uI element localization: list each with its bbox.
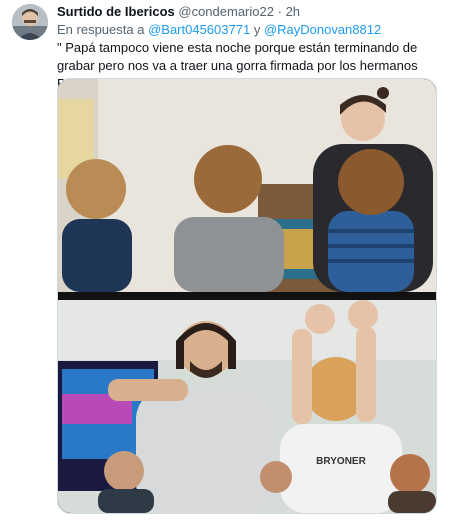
shirt-text: BRYONER <box>316 456 366 467</box>
reply-prefix: En respuesta a <box>57 22 145 37</box>
reply-context: En respuesta a @Bart045603771 y @RayDono… <box>57 21 381 39</box>
photo-celebration: BRYONER <box>58 300 436 513</box>
user-handle[interactable]: @condemario22 <box>178 4 274 19</box>
photo-classroom <box>58 79 436 292</box>
timestamp[interactable]: 2h <box>286 4 300 19</box>
display-name[interactable]: Surtido de Ibericos <box>57 4 175 19</box>
avatar-image <box>12 4 48 40</box>
tweet-media[interactable]: BRYONER <box>57 78 437 514</box>
media-collage: BRYONER <box>58 79 436 513</box>
photo-divider <box>58 292 436 300</box>
mention-link[interactable]: @RayDonovan8812 <box>264 22 381 37</box>
tweet-header: Surtido de Ibericos @condemario22 · 2h <box>57 3 300 21</box>
reply-conjunction: y <box>253 22 261 37</box>
avatar[interactable] <box>12 4 48 40</box>
tweet[interactable]: Surtido de Ibericos @condemario22 · 2h E… <box>0 0 468 522</box>
separator-dot: · <box>277 4 282 19</box>
mention-link[interactable]: @Bart045603771 <box>148 22 250 37</box>
